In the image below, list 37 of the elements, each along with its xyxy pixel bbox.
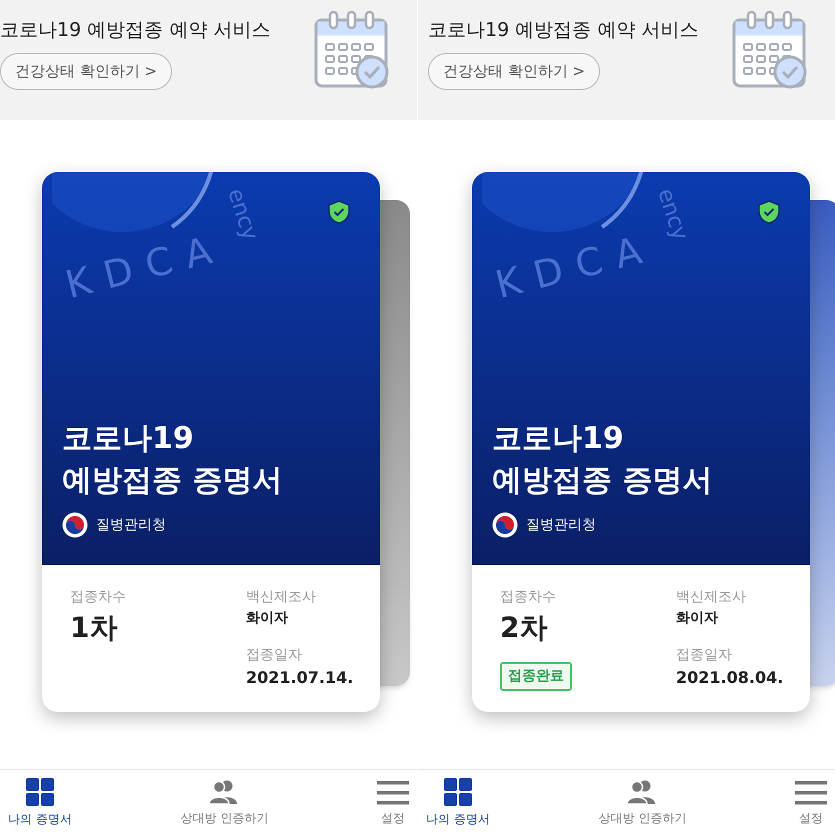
taegeuk-icon [62,512,88,538]
maker-value: 화이자 [676,609,719,628]
completed-badge: 접종완료 [500,662,572,691]
certificate-card[interactable]: KDCA ency 코로나19 예방접종 증명서 질병관리청 접종차수 2차 접종완료 백신제조사 화이자 접종일자 2021.08.04. [472,172,810,712]
maker-value: 화이자 [246,609,289,628]
nav-tab[interactable]: 상대방 인증하기 [592,770,692,835]
certificate-title: 예방접종 증명서 [62,462,282,500]
date-value: 2021.07.14. [246,667,354,689]
menu-icon [795,778,827,804]
certificate-card[interactable]: KDCA ency 코로나19 예방접종 증명서 질병관리청 접종차수 1차 백신제조사 화이자 접종일자 2021.07.14. [42,172,380,712]
dose-label: 접종차수 [500,588,557,607]
nav-tab[interactable]: 나의 증명서 [420,770,496,835]
maker-label: 백신제조사 [246,588,317,607]
nav-tab[interactable]: 상대방 인증하기 [174,770,274,835]
agency-name: 질병관리청 [96,516,166,534]
certificate-title: 예방접종 증명서 [492,462,712,500]
health-check-button[interactable]: 건강상태 확인하기 > [0,52,172,90]
service-title: 코로나19 예방접종 예약 서비스 [0,18,270,43]
dose-value: 2차 [500,610,548,646]
certificate-title: 코로나19 [492,420,625,458]
date-label: 접종일자 [676,646,733,665]
grid-icon [444,778,472,806]
nav-tab[interactable]: 나의 증명서 [2,770,78,835]
taegeuk-icon [492,512,518,538]
agency-name: 질병관리청 [526,516,596,534]
dose-label: 접종차수 [70,588,127,607]
maker-label: 백신제조사 [676,588,747,607]
date-label: 접종일자 [246,646,303,665]
grid-icon [26,778,54,806]
dose-value: 1차 [70,610,118,646]
nav-tab[interactable]: 설정 [789,770,833,835]
menu-icon [377,778,409,804]
health-check-button[interactable]: 건강상태 확인하기 > [428,52,600,90]
service-title: 코로나19 예방접종 예약 서비스 [428,18,698,43]
date-value: 2021.08.04. [676,667,784,689]
certificate-title: 코로나19 [62,420,195,458]
nav-tab[interactable]: 설정 [371,770,415,835]
